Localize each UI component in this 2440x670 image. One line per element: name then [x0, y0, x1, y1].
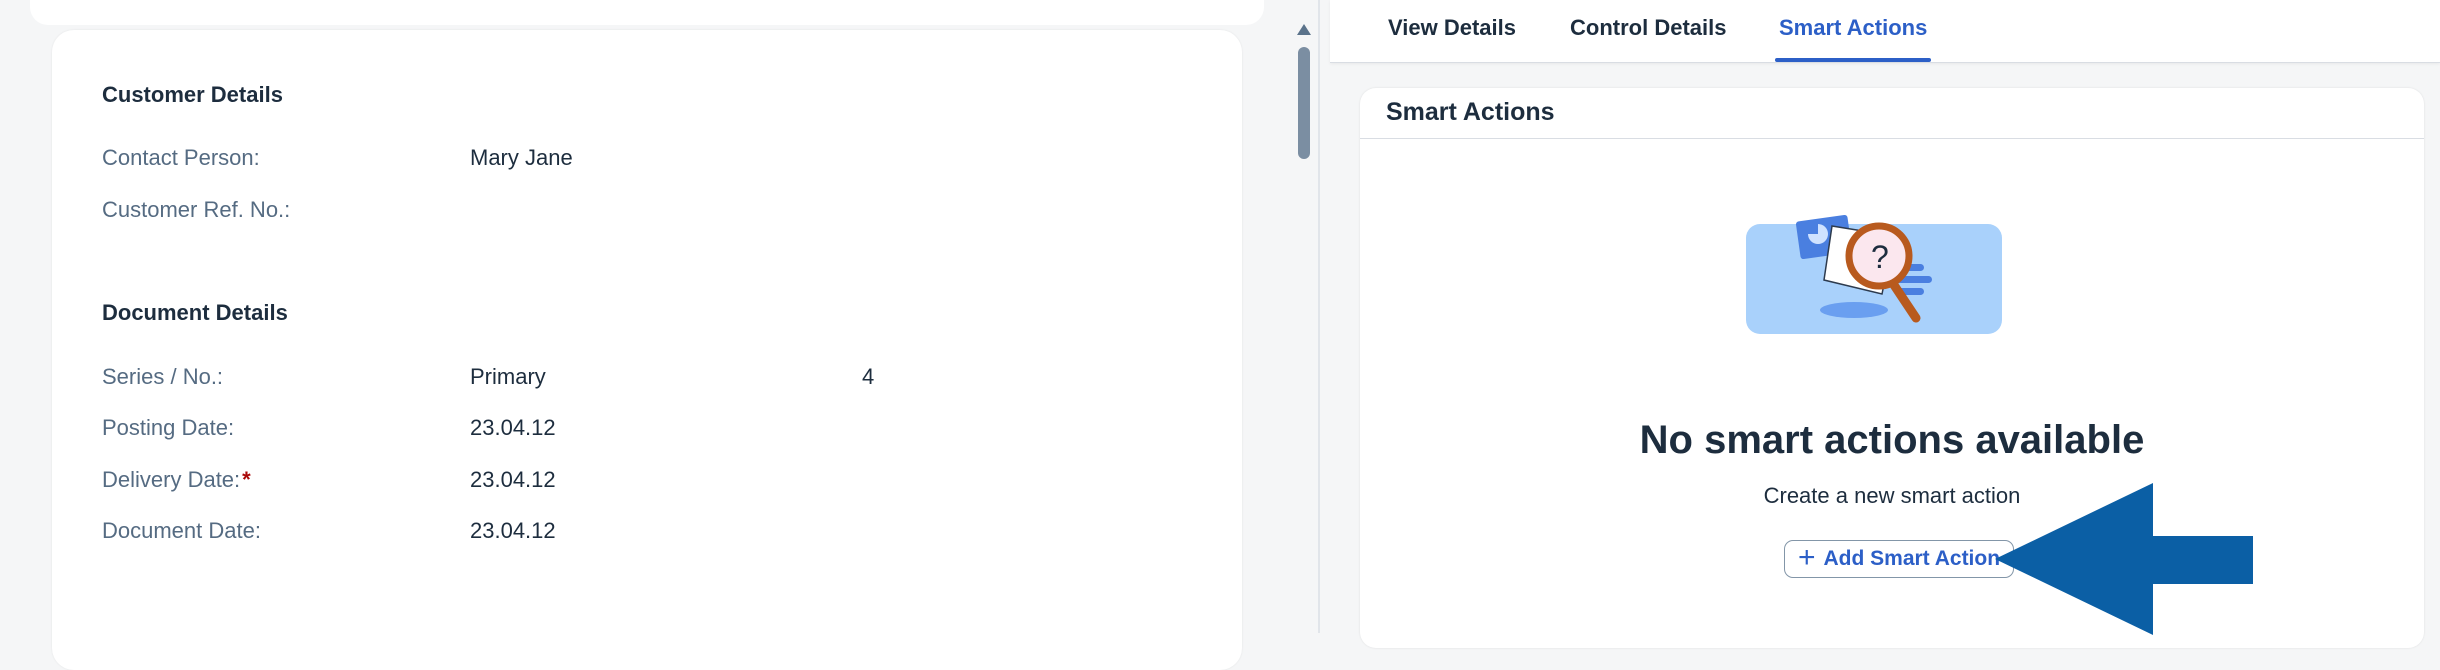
smart-actions-title: Smart Actions	[1386, 98, 1555, 126]
series-label: Series / No.:	[102, 364, 224, 389]
document-details-title: Document Details	[102, 300, 288, 325]
plus-icon: +	[1797, 540, 1816, 574]
customer-ref-label: Customer Ref. No.:	[102, 197, 291, 222]
tab-bar: View Details Control Details Smart Actio…	[1330, 0, 2440, 63]
contact-person-value: Mary Jane	[470, 145, 573, 170]
customer-details-title: Customer Details	[102, 82, 283, 107]
smart-actions-card: Smart Actions ? No smart actions availab…	[1360, 88, 2424, 648]
document-date-value: 23.04.12	[470, 518, 556, 543]
series-value: Primary	[470, 364, 546, 389]
contact-person-label: Contact Person:	[102, 145, 260, 170]
tab-view-details[interactable]: View Details	[1388, 0, 1516, 62]
smart-actions-header: Smart Actions	[1360, 88, 2424, 139]
scroll-up-arrow-icon[interactable]	[1297, 24, 1311, 35]
document-date-label: Document Date:	[102, 518, 261, 543]
add-smart-action-button[interactable]: + Add Smart Action	[1784, 540, 2014, 578]
add-smart-action-label: Add Smart Action	[1823, 547, 2001, 570]
scrollbar-thumb[interactable]	[1298, 47, 1310, 159]
object-details-pane: Customer Details Contact Person: Mary Ja…	[0, 0, 1320, 670]
series-number: 4	[862, 364, 875, 389]
empty-state-title: No smart actions available	[1639, 418, 2145, 462]
empty-state-subtitle: Create a new smart action	[1763, 483, 2021, 508]
svg-text:?: ?	[1871, 239, 1889, 275]
no-data-illustration-icon: ?	[1746, 214, 2002, 334]
posting-date-label: Posting Date:	[102, 415, 235, 440]
delivery-date-value: 23.04.12	[470, 467, 556, 492]
required-marker: *	[242, 467, 251, 492]
posting-date-value: 23.04.12	[470, 415, 556, 440]
pane-divider	[1318, 0, 1320, 633]
delivery-date-label: Delivery Date:*	[102, 467, 251, 493]
tab-smart-actions[interactable]: Smart Actions	[1774, 0, 1932, 62]
previous-card-edge	[30, 0, 1264, 25]
side-panel: View Details Control Details Smart Actio…	[1330, 0, 2440, 648]
details-card: Customer Details Contact Person: Mary Ja…	[52, 30, 1242, 670]
delivery-date-label-text: Delivery Date:	[102, 467, 241, 492]
tab-control-details[interactable]: Control Details	[1570, 0, 1726, 62]
callout-arrow-icon	[1995, 483, 2253, 635]
